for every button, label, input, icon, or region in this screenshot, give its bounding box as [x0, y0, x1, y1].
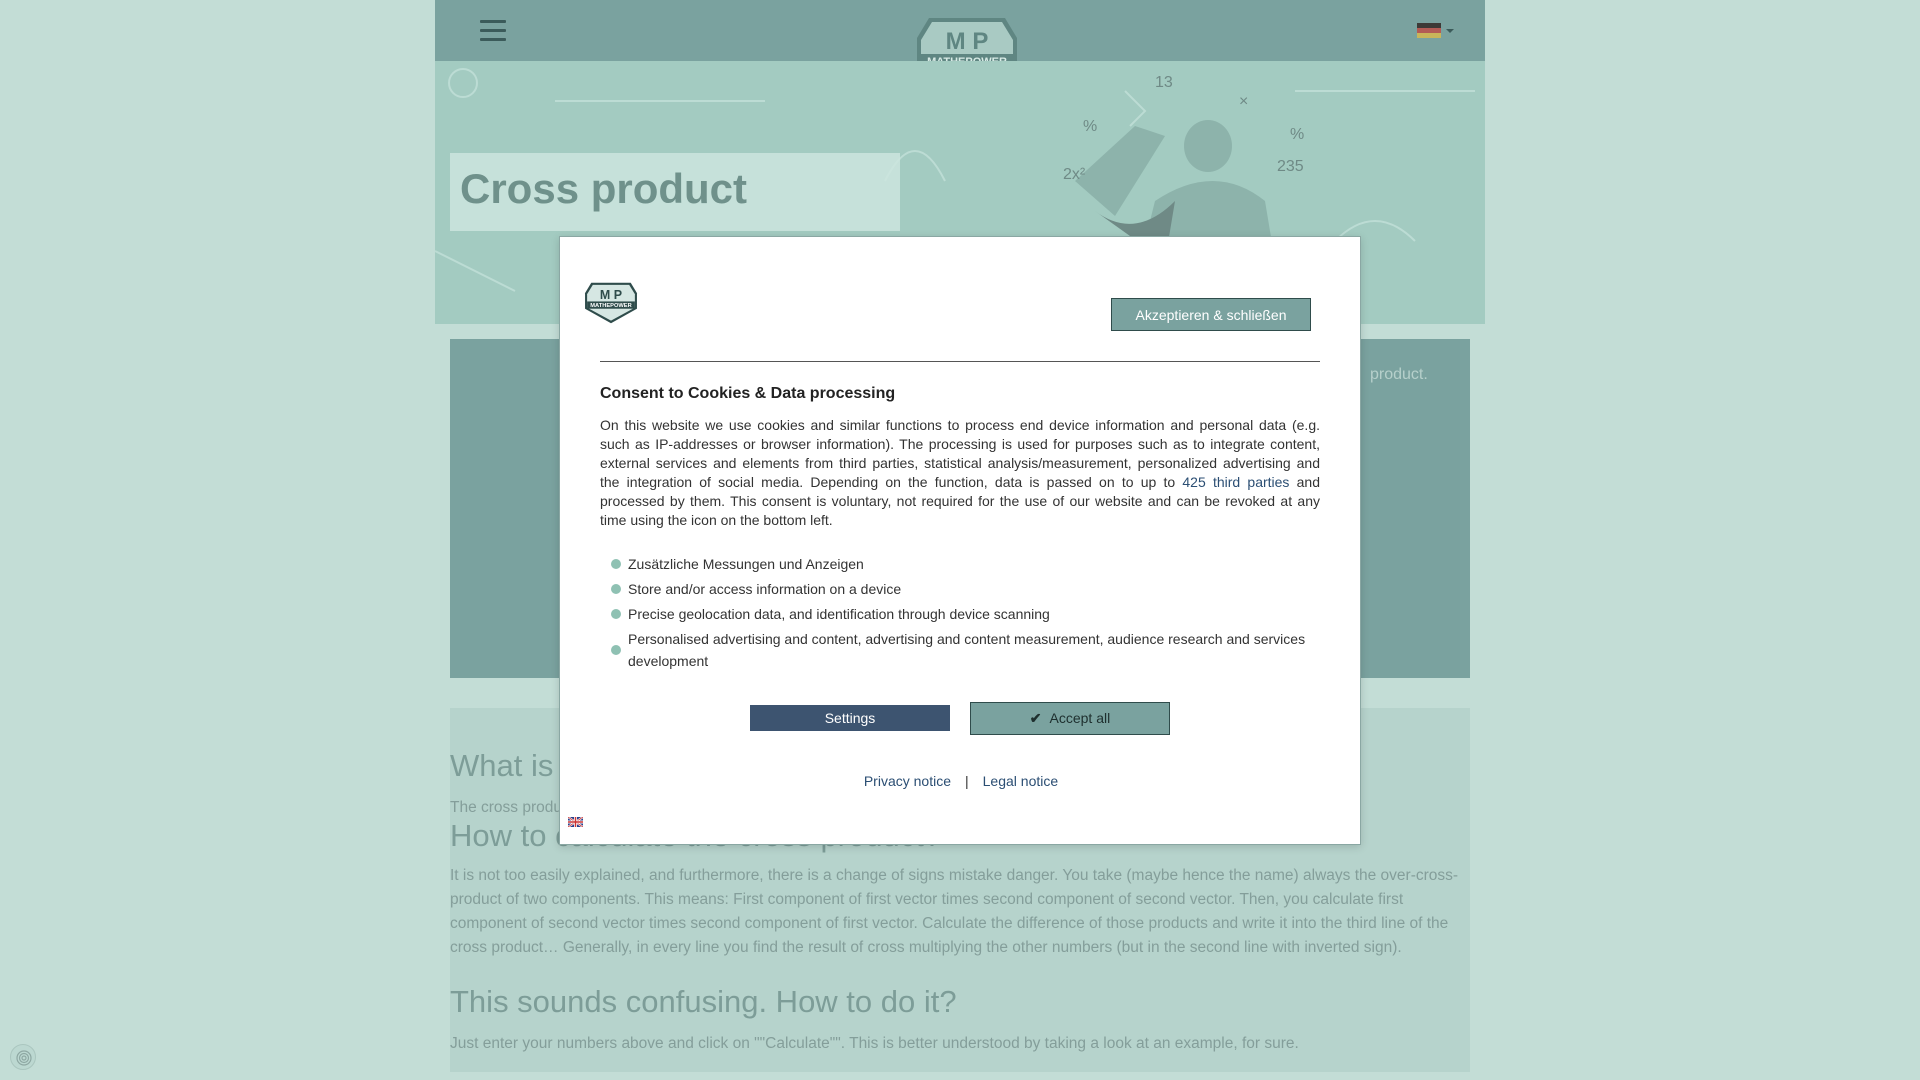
logo-letters: M P	[946, 28, 989, 55]
svg-text:2x²: 2x²	[1063, 166, 1086, 183]
bullet-dot-icon	[611, 609, 621, 619]
purpose-item: Precise geolocation data, and identifica…	[611, 603, 1311, 625]
purpose-label: Personalised advertising and content, ad…	[628, 631, 1306, 669]
calculator-text: product.	[1370, 366, 1428, 383]
svg-text:13: 13	[1155, 74, 1173, 91]
german-flag-icon	[1417, 23, 1441, 38]
navbar: M P MATHEPOWER	[435, 0, 1485, 96]
paragraph-how-to-calculate: It is not too easily explained, and furt…	[450, 867, 1459, 956]
svg-text:%: %	[1290, 126, 1304, 143]
page-title-box: Cross product	[450, 153, 900, 231]
logo-wordmark: MATHEPOWER	[590, 303, 631, 309]
paragraph-confusing: Just enter your numbers above and click …	[450, 1035, 1299, 1052]
bullet-dot-icon	[611, 559, 621, 569]
svg-text:%: %	[1083, 118, 1097, 135]
language-dropdown[interactable]	[1417, 23, 1457, 39]
privacy-notice-link[interactable]: Privacy notice	[864, 773, 951, 789]
bullet-dot-icon	[611, 584, 621, 594]
purpose-label: Store and/or access information on a dev…	[628, 581, 902, 597]
purpose-item: Store and/or access information on a dev…	[611, 578, 1311, 600]
accept-and-close-button[interactable]: Akzeptieren & schließen	[1111, 298, 1311, 331]
svg-text:235: 235	[1277, 158, 1304, 175]
purpose-item: Zusätzliche Messungen und Anzeigen	[611, 553, 1311, 575]
accept-all-label: Accept all	[1049, 710, 1111, 726]
heading-what-is: What is	[450, 748, 554, 783]
logo-letters: M P	[600, 288, 622, 302]
consent-description: On this website we use cookies and simil…	[600, 416, 1320, 530]
dialog-divider	[600, 361, 1320, 362]
settings-button[interactable]: Settings	[750, 705, 950, 731]
uk-flag-icon[interactable]	[568, 817, 583, 827]
purpose-list: Zusätzliche Messungen und Anzeigen Store…	[611, 553, 1311, 675]
page-title: Cross product	[460, 165, 748, 212]
caret-down-icon	[1446, 29, 1454, 33]
purpose-item: Personalised advertising and content, ad…	[611, 628, 1311, 672]
hamburger-menu-icon[interactable]	[480, 20, 506, 42]
checkmark-icon: ✔	[1029, 710, 1042, 726]
link-separator: |	[965, 773, 969, 789]
third-parties-link[interactable]: 425 third parties	[1182, 474, 1289, 490]
mathepower-logo-small: M P MATHEPOWER	[585, 282, 637, 324]
purpose-label: Zusätzliche Messungen und Anzeigen	[628, 556, 864, 572]
consent-title: Consent to Cookies & Data processing	[600, 385, 896, 402]
privacy-settings-fingerprint-icon[interactable]	[10, 1044, 36, 1070]
accept-all-button[interactable]: ✔ Accept all	[970, 702, 1170, 735]
heading-confusing: This sounds confusing. How to do it?	[450, 984, 957, 1019]
cookie-consent-dialog: M P MATHEPOWER Akzeptieren & schließen C…	[559, 236, 1361, 845]
bullet-dot-icon	[611, 645, 621, 655]
svg-text:×: ×	[1239, 93, 1248, 110]
legal-notice-link[interactable]: Legal notice	[983, 773, 1059, 789]
dialog-footer-links: Privacy notice | Legal notice	[560, 773, 1362, 789]
purpose-label: Precise geolocation data, and identifica…	[628, 606, 1050, 622]
